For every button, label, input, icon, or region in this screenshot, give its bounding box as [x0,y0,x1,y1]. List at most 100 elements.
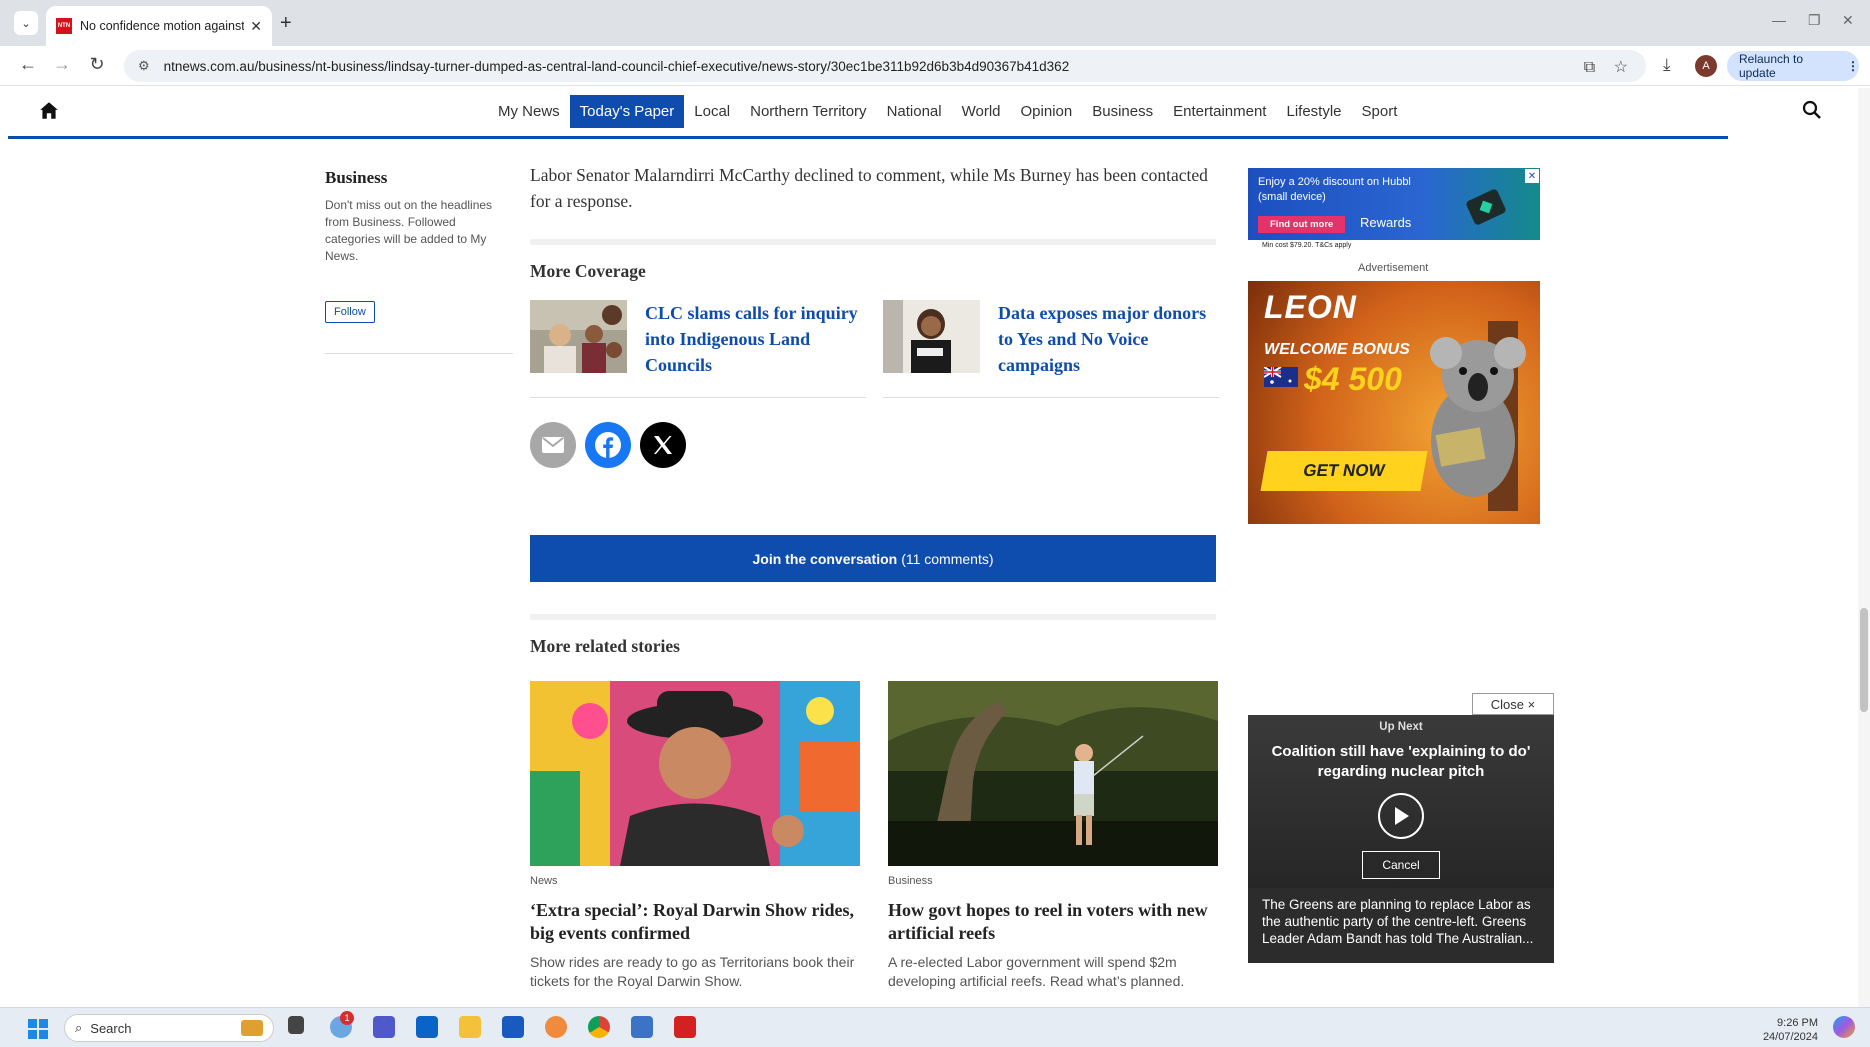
nav-item-local[interactable]: Local [684,95,740,128]
taskbar-search[interactable]: ⌕ Search [64,1014,274,1042]
related-stories-title: More related stories [530,636,680,656]
tab-title: No confidence motion against [80,19,245,33]
story-category[interactable]: Business [888,875,1218,887]
relaunch-button[interactable]: Relaunch to update ⋮ [1727,51,1859,81]
story-category[interactable]: News [530,875,860,887]
nav-item-entertainment[interactable]: Entertainment [1163,95,1276,128]
related-story-card[interactable]: News ‘Extra special’: Royal Darwin Show … [530,681,860,991]
notification-badge: 1 [340,1011,354,1025]
minimize-icon[interactable]: — [1772,12,1786,28]
leon-ad-banner[interactable]: LEON WELCOME BONUS $4 500 GET NOW [1248,281,1540,524]
coverage-title[interactable]: CLC slams calls for inquiry into Indigen… [645,300,866,397]
teams-icon[interactable] [373,1016,395,1038]
nav-item-opinion[interactable]: Opinion [1011,95,1083,128]
hubbl-ad-banner[interactable]: Enjoy a 20% discount on Hubbl (small dev… [1248,168,1540,240]
nav-items: My News Today's Paper Local Northern Territ… [488,95,1407,128]
hubbl-ad-terms: Min cost $79.20. T&Cs apply [1262,242,1352,249]
acrobat-icon[interactable] [674,1016,696,1038]
nav-item-my-news[interactable]: My News [488,95,570,128]
home-icon[interactable] [38,100,60,122]
nav-item-world[interactable]: World [952,95,1011,128]
browser-toolbar: ← → ↻ ⚙ ntnews.com.au/business/nt-busine… [0,46,1870,86]
video-title[interactable]: Coalition still have 'explaining to do' … [1258,742,1544,782]
leon-get-now-button[interactable]: GET NOW [1260,451,1428,491]
facebook-share-button[interactable] [585,422,631,468]
coverage-thumbnail [530,300,627,373]
leon-bonus-amount: $4 500 [1304,361,1402,397]
back-icon[interactable]: ← [16,54,40,75]
nav-item-sport[interactable]: Sport [1352,95,1408,128]
nav-item-northern-territory[interactable]: Northern Territory [740,95,876,128]
story-title[interactable]: ‘Extra special’: Royal Darwin Show rides… [530,899,860,945]
page-scrollbar[interactable] [1858,88,1870,1007]
new-tab-icon[interactable]: + [280,12,292,35]
coverage-card[interactable]: Data exposes major donors to Yes and No … [883,300,1219,398]
x-logo-icon [654,436,672,454]
hubbl-device-icon [1466,189,1506,225]
install-app-icon[interactable]: ⧉ [1584,59,1595,76]
reload-icon[interactable]: ↻ [85,54,109,75]
nav-item-business[interactable]: Business [1082,95,1163,128]
video-cancel-button[interactable]: Cancel [1362,851,1440,879]
scrollbar-thumb[interactable] [1860,608,1868,712]
taskbar-search-icon: ⌕ [75,1020,83,1035]
australian-flag-icon [1264,367,1298,387]
search-icon[interactable] [1802,100,1822,120]
tab-search-menu-button[interactable]: ⌄ [14,11,38,35]
video-player[interactable]: Up Next Coalition still have 'explaining… [1248,715,1554,963]
address-bar[interactable]: ⚙ ntnews.com.au/business/nt-business/lin… [124,50,1646,82]
windows-taskbar: ⌕ Search 1 9:26 PM 24/07/2024 [0,1007,1870,1047]
story-image [888,681,1218,866]
play-icon [1395,807,1409,825]
site-info-icon[interactable]: ⚙ [138,58,150,74]
bookmark-star-icon[interactable]: ☆ [1614,59,1628,76]
facebook-icon [595,432,621,458]
coverage-title[interactable]: Data exposes major donors to Yes and No … [998,300,1219,397]
system-clock[interactable]: 9:26 PM 24/07/2024 [1748,1016,1818,1044]
window-close-icon[interactable]: ✕ [1842,12,1854,29]
file-explorer-icon[interactable] [459,1016,481,1038]
video-close-button[interactable]: Close × [1472,693,1554,715]
app-icon[interactable] [545,1016,567,1038]
task-view-icon[interactable] [288,1016,304,1034]
divider [530,614,1216,620]
nav-item-today-s-paper[interactable]: Today's Paper [569,95,685,128]
copilot-icon[interactable] [1833,1016,1855,1038]
active-tab[interactable]: NTN No confidence motion against ✕ [46,6,272,46]
chrome-icon[interactable] [588,1016,610,1038]
coverage-card[interactable]: CLC slams calls for inquiry into Indigen… [530,300,866,398]
x-share-button[interactable] [640,422,686,468]
follow-button[interactable]: Follow [325,301,375,323]
outlook-icon[interactable] [416,1016,438,1038]
more-coverage-title: More Coverage [530,261,646,281]
ad-close-icon[interactable]: ✕ [1525,169,1539,183]
profile-avatar[interactable]: A [1695,55,1717,77]
more-menu-icon[interactable]: ⋮ [1847,59,1859,73]
follow-description: Don't miss out on the headlines from Bus… [325,198,493,263]
forward-icon[interactable]: → [50,54,74,75]
browser-tab-bar: ⌄ NTN No confidence motion against ✕ + —… [0,0,1870,46]
play-button[interactable] [1378,793,1424,839]
join-conversation-button[interactable]: Join the conversation (11 comments) [530,535,1216,582]
windows-start-icon[interactable] [28,1019,48,1039]
hubbl-ad-text: Enjoy a 20% discount on Hubbl (small dev… [1258,176,1411,203]
up-next-label: Up Next [1379,721,1423,733]
hubbl-find-out-more-button[interactable]: Find out more [1258,216,1346,233]
word-icon[interactable] [502,1016,524,1038]
story-description: Show rides are ready to go as Territoria… [530,954,855,989]
nav-item-national[interactable]: National [877,95,952,128]
site-navigation: My News Today's Paper Local Northern Territ… [8,87,1728,139]
hubbl-rewards-label: Rewards [1360,215,1412,230]
nav-item-lifestyle[interactable]: Lifestyle [1276,95,1351,128]
divider [530,239,1216,245]
tab-close-icon[interactable]: ✕ [250,18,262,35]
related-story-card[interactable]: Business How govt hopes to reel in voter… [888,681,1218,991]
koala-illustration [1430,321,1526,511]
teams-work-icon[interactable] [631,1016,653,1038]
restore-icon[interactable]: ❐ [1808,12,1821,29]
email-share-button[interactable] [530,422,576,468]
downloads-icon[interactable]: ⤓ [1663,55,1671,75]
story-title[interactable]: How govt hopes to reel in voters with ne… [888,899,1218,945]
article-paragraph: Labor Senator Malarndirri McCarthy decli… [530,165,1208,211]
story-image [530,681,860,866]
